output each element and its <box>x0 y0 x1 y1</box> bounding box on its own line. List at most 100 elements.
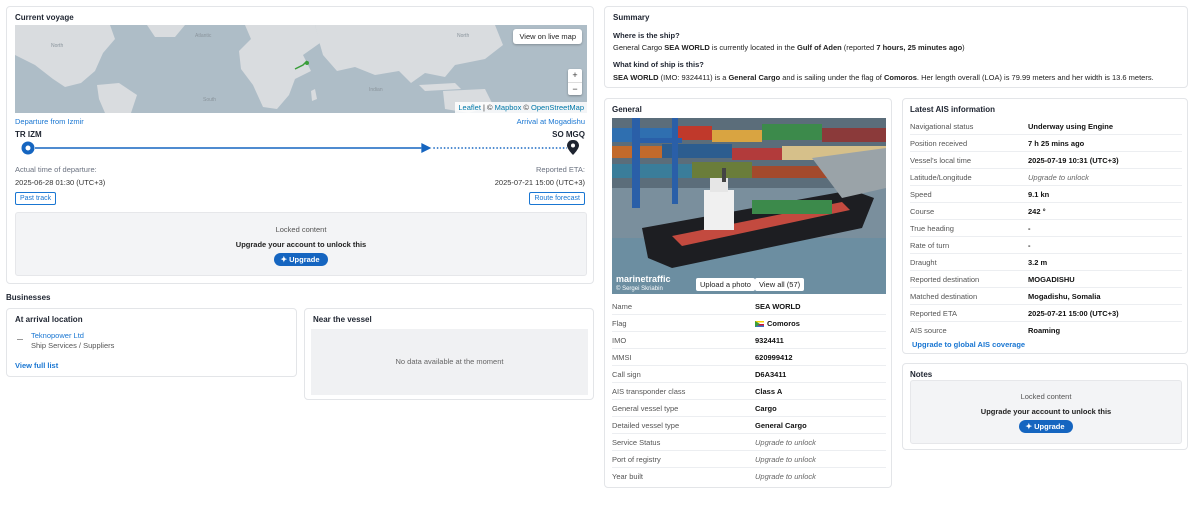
upgrade-global-ais-link[interactable]: Upgrade to global AIS coverage <box>912 340 1025 349</box>
notes-locked-content: Locked content Upgrade your account to u… <box>910 380 1182 444</box>
flag-name: Comoros <box>767 319 800 328</box>
eta-label: Reported ETA: <box>535 165 585 174</box>
ais-value: Underway using Engine <box>1028 122 1114 131</box>
detail-label: AIS transponder class <box>612 387 686 396</box>
ais-label: Navigational status <box>910 122 974 131</box>
ais-value: - <box>1028 241 1031 250</box>
a1-part: is currently located in the <box>709 43 797 52</box>
vessel-position-arrow-icon <box>421 143 432 153</box>
business-name-link[interactable]: Teknopower Ltd <box>31 331 84 340</box>
ais-row-nav-status: Navigational status Underway using Engine <box>910 118 1182 135</box>
zoom-in-button[interactable]: + <box>568 69 582 82</box>
a1-part: General Cargo <box>613 43 665 52</box>
list-bullet-icon <box>17 339 23 340</box>
atd-value: 2025-06-28 01:30 (UTC+3) <box>15 178 106 187</box>
svg-text:North: North <box>457 33 469 39</box>
past-track-button[interactable]: Past track <box>15 192 57 205</box>
upgrade-to-unlock-link[interactable]: Upgrade to unlock <box>755 472 816 481</box>
ais-value: 7 h 25 mins ago <box>1028 139 1085 148</box>
upgrade-to-unlock-link[interactable]: Upgrade to unlock <box>755 438 816 447</box>
latest-ais-title: Latest AIS information <box>910 105 996 114</box>
location-name: Gulf of Aden <box>796 43 842 52</box>
ais-label: Course <box>910 207 935 216</box>
locked-message: Upgrade your account to unlock this <box>980 407 1112 416</box>
ais-row-lat-lon: Latitude/Longitude Upgrade to unlock <box>910 169 1182 186</box>
ais-value: - <box>1028 224 1031 233</box>
ais-value: Mogadishu, Somalia <box>1028 292 1101 301</box>
kind-question: What kind of ship is this? <box>613 60 704 69</box>
view-live-map-button[interactable]: View on live map <box>513 29 582 44</box>
ais-row-local-time: Vessel's local time 2025-07-19 10:31 (UTC… <box>910 152 1182 169</box>
detail-value: Cargo <box>755 404 777 413</box>
a2-part: (IMO: 9324411) is a <box>658 73 729 82</box>
current-voyage-card: Current voyage North Atlantic North Indi… <box>6 6 594 284</box>
mapbox-link[interactable]: Mapbox <box>495 103 522 112</box>
upgrade-to-unlock-link[interactable]: Upgrade to unlock <box>1028 173 1089 182</box>
latest-ais-card: Latest AIS information Navigational stat… <box>902 98 1188 354</box>
svg-text:Indian: Indian <box>369 87 383 93</box>
detail-row-service-status: Service Status Upgrade to unlock <box>612 434 886 451</box>
detail-label: Service Status <box>612 438 661 447</box>
locked-title: Locked content <box>1020 392 1072 401</box>
detail-label: General vessel type <box>612 404 679 413</box>
view-full-list-link[interactable]: View full list <box>15 361 58 370</box>
voyage-map[interactable]: North Atlantic North Indian South View o… <box>15 25 587 113</box>
ship-type: General Cargo <box>728 73 781 82</box>
detail-value: SEA WORLD <box>755 302 801 311</box>
ais-label: AIS source <box>910 326 947 335</box>
comoros-flag-icon <box>755 321 764 327</box>
ais-row-true-heading: True heading - <box>910 220 1182 237</box>
detail-value: General Cargo <box>755 421 807 430</box>
ais-value: MOGADISHU <box>1028 275 1075 284</box>
reported-ago: 7 hours, 25 minutes ago <box>876 43 963 52</box>
detail-value: D6A3411 <box>755 370 787 379</box>
route-forecast-button[interactable]: Route forecast <box>529 192 585 205</box>
arrival-port: Arrival at Mogadishu SO MGQ <box>517 117 585 139</box>
detail-value: Class A <box>755 387 783 396</box>
upgrade-button[interactable]: ✦ Upgrade <box>274 253 328 266</box>
ais-label: Draught <box>910 258 937 267</box>
ais-label: Position received <box>910 139 968 148</box>
upload-photo-button[interactable]: Upload a photo <box>696 278 755 291</box>
arrival-port-link[interactable]: Arrival at Mogadishu <box>517 117 585 126</box>
arrival-businesses-title: At arrival location <box>15 315 83 324</box>
ais-value: 242 ° <box>1028 207 1046 216</box>
ais-value: 2025-07-21 15:00 (UTC+3) <box>1028 309 1119 318</box>
ais-label: Vessel's local time <box>910 156 972 165</box>
detail-label: MMSI <box>612 353 632 362</box>
detail-row-mmsi: MMSI 620999412 <box>612 349 886 366</box>
detail-label: IMO <box>612 336 627 345</box>
detail-label: Call sign <box>612 370 641 379</box>
upgrade-button[interactable]: ✦ Upgrade <box>1019 420 1073 433</box>
ais-label: Rate of turn <box>910 241 950 250</box>
detail-label: Flag <box>612 319 627 328</box>
vessel-photo[interactable]: marinetraffic © Sergei Skriabin Upload a… <box>612 118 886 294</box>
leaflet-link[interactable]: Leaflet <box>458 103 481 112</box>
photo-watermark: marinetraffic <box>616 274 671 284</box>
detail-row-flag: Flag Comoros <box>612 315 886 332</box>
near-vessel-card: Near the vessel No data available at the… <box>304 308 594 400</box>
detail-value: Comoros <box>755 319 800 328</box>
ais-row-reported-eta: Reported ETA 2025-07-21 15:00 (UTC+3) <box>910 305 1182 322</box>
zoom-out-button[interactable]: − <box>568 82 582 95</box>
osm-link[interactable]: OpenStreetMap <box>531 103 584 112</box>
view-all-photos-button[interactable]: View all (57) <box>755 278 805 291</box>
ais-label: Reported destination <box>910 275 980 284</box>
general-details: Name SEA WORLD Flag Comoros IMO 9324411 MMS… <box>612 298 886 485</box>
departure-time: Actual time of departure: 2025-06-28 01:… <box>15 165 105 187</box>
locked-message: Upgrade your account to unlock this <box>235 240 367 249</box>
departure-port-link[interactable]: Departure from Izmir <box>15 117 84 126</box>
attrib-sep-2: © <box>521 103 532 112</box>
detail-label: Port of registry <box>612 455 661 464</box>
near-vessel-empty: No data available at the moment <box>311 329 588 395</box>
general-title: General <box>612 105 642 114</box>
upgrade-to-unlock-link[interactable]: Upgrade to unlock <box>755 455 816 464</box>
detail-row-imo: IMO 9324411 <box>612 332 886 349</box>
notes-card: Notes Locked content Upgrade your accoun… <box>902 363 1188 450</box>
detail-row-callsign: Call sign D6A3411 <box>612 366 886 383</box>
kind-answer: SEA WORLD (IMO: 9324411) is a General Ca… <box>613 73 1154 82</box>
locked-title: Locked content <box>275 225 327 234</box>
where-question: Where is the ship? <box>613 31 680 40</box>
map-zoom-control: + − <box>568 69 582 95</box>
detail-row-port-registry: Port of registry Upgrade to unlock <box>612 451 886 468</box>
